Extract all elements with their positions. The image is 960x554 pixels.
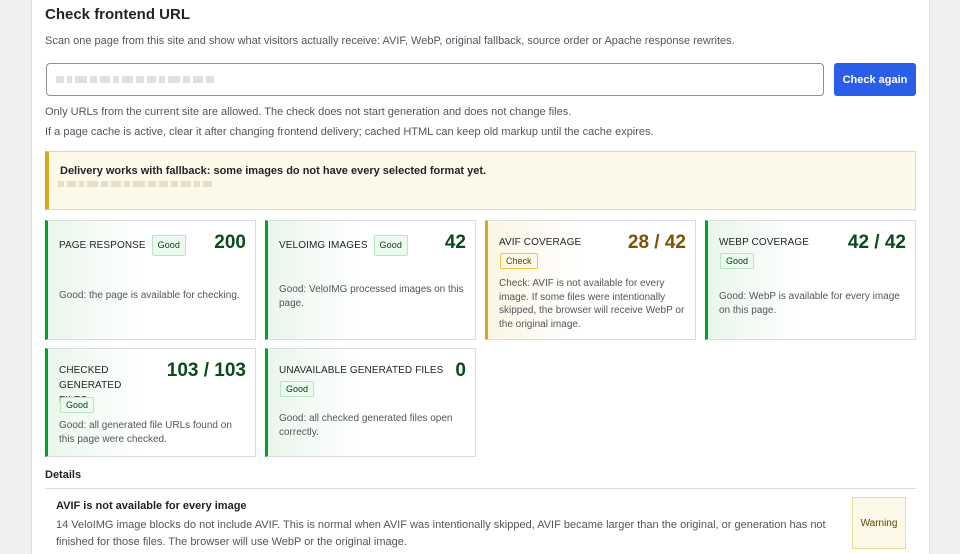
card-description: Good: all checked generated files open c…	[279, 413, 453, 438]
card-description: Check: AVIF is not available for every i…	[499, 278, 685, 330]
card-value: 103 / 103	[166, 360, 246, 381]
issue-description: 14 VeloIMG image blocks do not include A…	[56, 519, 826, 548]
delivery-notice: Delivery works with fallback: some image…	[45, 151, 916, 210]
status-badge: Good	[151, 235, 187, 256]
card-avif-coverage: AVIF COVERAGE Check 28 / 42 Check: AVIF …	[485, 220, 696, 340]
status-badge: Check	[500, 253, 538, 269]
card-page-response: PAGE RESPONSE Good 200 Good: the page is…	[45, 220, 256, 340]
card-value: 42	[444, 232, 466, 253]
card-value: 200	[214, 232, 246, 253]
card-label: PAGE RESPONSE	[59, 240, 146, 251]
issue-title: AVIF is not available for every image	[56, 500, 247, 512]
section-description: Scan one page from this site and show wh…	[45, 35, 735, 47]
status-badge: Good	[373, 235, 408, 256]
card-value: 42 / 42	[847, 232, 906, 253]
card-description: Good: the page is available for checking…	[59, 290, 240, 301]
card-value: 28 / 42	[627, 232, 686, 253]
card-webp-coverage: WEBP COVERAGE Good 42 / 42 Good: WebP is…	[705, 220, 916, 340]
check-again-button[interactable]: Check again	[834, 63, 916, 96]
card-label: AVIF COVERAGE	[499, 237, 582, 248]
card-description: Good: VeloIMG processed images on this p…	[279, 284, 464, 309]
card-label: VELOIMG IMAGES	[279, 240, 368, 251]
redacted-url	[56, 72, 221, 86]
redacted-notice-url	[58, 181, 212, 187]
note-page-cache: If a page cache is active, clear it afte…	[45, 126, 654, 138]
details-heading: Details	[45, 469, 82, 481]
note-allowed-urls: Only URLs from the current site are allo…	[45, 106, 572, 118]
status-badge: Good	[280, 381, 315, 397]
notice-text: Delivery works with fallback: some image…	[60, 165, 487, 177]
warning-badge: Warning	[852, 497, 906, 549]
card-checked-generated-files: CHECKED GENERATED FILES Good 103 / 103 G…	[45, 348, 256, 457]
card-unavailable-generated-files: UNAVAILABLE GENERATED FILES Good 0 Good:…	[265, 348, 476, 457]
status-badge: Good	[60, 397, 95, 413]
card-veloimg-images: VELOIMG IMAGES Good 42 Good: VeloIMG pro…	[265, 220, 476, 340]
card-label: UNAVAILABLE GENERATED FILES	[279, 365, 444, 376]
card-label: WEBP COVERAGE	[719, 237, 810, 248]
card-description: Good: WebP is available for every image …	[719, 291, 900, 316]
section-title: Check frontend URL	[45, 6, 191, 23]
card-description: Good: all generated file URLs found on t…	[59, 420, 232, 445]
status-badge: Good	[720, 253, 755, 269]
card-value: 0	[455, 360, 466, 381]
divider	[45, 488, 916, 489]
